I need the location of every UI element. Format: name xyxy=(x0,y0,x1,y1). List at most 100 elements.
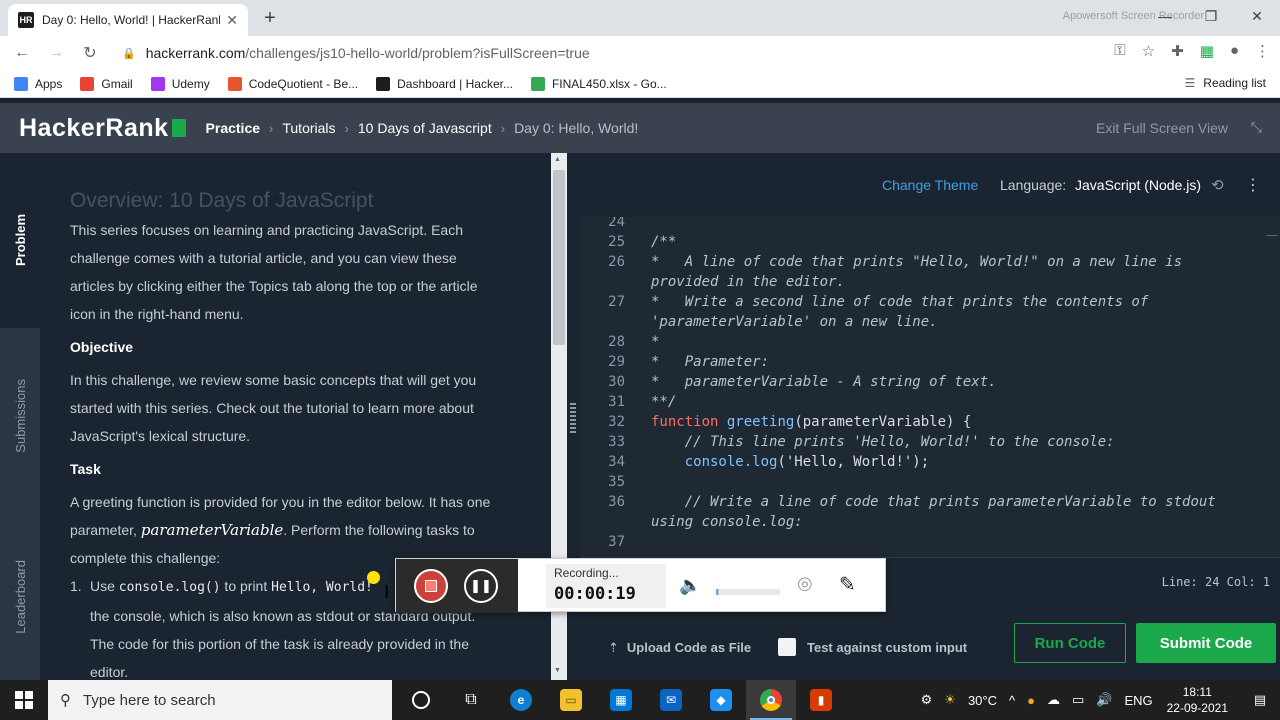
scroll-down-icon[interactable]: ▼ xyxy=(554,667,561,674)
line-number: 28 xyxy=(608,334,625,350)
back-icon[interactable]: ← xyxy=(6,37,38,69)
office-icon[interactable]: ▮ xyxy=(796,680,846,720)
bookmark-item[interactable]: Udemy xyxy=(150,76,210,91)
code-line[interactable]: * Write a second line of code that print… xyxy=(651,294,1261,310)
code-line[interactable]: using console.log: xyxy=(651,514,1261,530)
drag-handle-icon[interactable] xyxy=(570,403,576,433)
chevron-up-icon[interactable]: ^ xyxy=(1009,693,1015,708)
intro-line: articles by clicking either the Topics t… xyxy=(70,278,478,294)
volume-level[interactable] xyxy=(716,589,780,595)
scroll-up-icon[interactable]: ▲ xyxy=(554,156,561,163)
menu-icon[interactable]: ⋮ xyxy=(1255,42,1270,60)
more-options-icon[interactable]: ⋮ xyxy=(1245,175,1261,195)
extensions-icon[interactable]: ✚ xyxy=(1171,42,1184,60)
mail-icon[interactable]: ✉ xyxy=(646,680,696,720)
code-line[interactable]: provided in the editor. xyxy=(651,274,1261,290)
battery-icon[interactable]: ▭ xyxy=(1072,692,1084,708)
history-icon[interactable]: ⟲ xyxy=(1211,176,1224,194)
code-line[interactable]: function greeting(parameterVariable) { xyxy=(651,414,1261,430)
breadcrumb-practice[interactable]: Practice xyxy=(206,120,260,136)
code-line[interactable]: * parameterVariable - A string of text. xyxy=(651,374,1261,390)
url-bar[interactable]: 🔒 hackerrank.com/challenges/js10-hello-w… xyxy=(110,40,1170,66)
custom-input-checkbox[interactable] xyxy=(778,638,796,656)
close-tab-icon[interactable]: ✕ xyxy=(226,12,238,29)
minimize-icon[interactable]: — xyxy=(1142,0,1188,32)
code-line[interactable]: /** xyxy=(651,234,1261,250)
stop-recording-icon[interactable] xyxy=(414,569,448,603)
webcam-icon[interactable]: ◎ xyxy=(797,573,813,594)
custom-input-label[interactable]: Test against custom input xyxy=(807,640,967,655)
bookmark-item[interactable]: CodeQuotient - Be... xyxy=(227,76,358,91)
bookmark-item[interactable]: FINAL450.xlsx - Go... xyxy=(530,76,667,91)
store-icon[interactable]: ▦ xyxy=(596,680,646,720)
code-console-log: console.log() xyxy=(118,580,221,595)
breadcrumb-10-days[interactable]: 10 Days of Javascript xyxy=(358,120,492,136)
collapse-icon[interactable]: ⤡ xyxy=(1251,119,1262,136)
close-window-icon[interactable]: ✕ xyxy=(1234,0,1280,32)
line-number: 34 xyxy=(608,454,625,470)
upload-code-button[interactable]: ⇡ Upload Code as File xyxy=(608,640,751,656)
pause-icon[interactable]: ❚❚ xyxy=(464,569,498,603)
language-indicator[interactable]: ENG xyxy=(1124,693,1152,708)
bookmark-item[interactable]: Gmail xyxy=(80,76,133,91)
network-icon[interactable]: ☁ xyxy=(1047,692,1060,708)
weather-icon[interactable]: ☀ xyxy=(944,692,956,708)
new-tab-button[interactable]: + xyxy=(258,6,282,30)
bookmark-item[interactable]: Apps xyxy=(14,76,62,91)
volume-icon[interactable]: 🔊 xyxy=(1096,692,1112,708)
code-line[interactable]: * A line of code that prints "Hello, Wor… xyxy=(651,254,1261,270)
code-line[interactable]: // This line prints 'Hello, World!' to t… xyxy=(651,434,1261,450)
bookmark-item[interactable]: Dashboard | Hacker... xyxy=(376,76,513,91)
restore-icon[interactable]: ❐ xyxy=(1188,0,1234,32)
hackerrank-icon xyxy=(376,76,391,91)
browser-tab[interactable]: HR Day 0: Hello, World! | HackerRank ✕ xyxy=(8,4,248,36)
chrome-icon[interactable] xyxy=(746,680,796,720)
clock[interactable]: 18:11 22-09-2021 xyxy=(1167,684,1228,716)
code-function: greeting xyxy=(726,414,795,430)
speaker-icon[interactable]: 🔈 xyxy=(679,575,701,596)
tab-submissions[interactable]: Submissions xyxy=(0,328,40,503)
tab-submissions-label: Submissions xyxy=(12,378,28,453)
key-icon[interactable]: ⚿ xyxy=(1114,42,1125,60)
code-line[interactable]: 'parameterVariable' on a new line. xyxy=(651,314,1261,330)
run-code-button[interactable]: Run Code xyxy=(1014,623,1126,663)
upload-icon: ⇡ xyxy=(608,640,619,655)
pen-icon[interactable]: ✎ xyxy=(839,572,856,597)
hackerrank-logo[interactable]: HackerRank xyxy=(19,114,186,143)
cortana-icon[interactable] xyxy=(396,680,446,720)
breadcrumb-tutorials[interactable]: Tutorials xyxy=(282,120,335,136)
recorder-app-icon[interactable]: ◆ xyxy=(696,680,746,720)
code-line[interactable]: // Write a line of code that prints para… xyxy=(651,494,1261,510)
file-explorer-icon[interactable]: ▭ xyxy=(546,680,596,720)
upload-label: Upload Code as File xyxy=(626,640,752,655)
settings-tray-icon[interactable]: ⚙ xyxy=(921,692,933,708)
tab-leaderboard[interactable]: Leaderboard xyxy=(0,513,40,680)
code-line[interactable]: console.log('Hello, World!'); xyxy=(651,454,1261,470)
reading-list-button[interactable]: ☰ Reading list xyxy=(1185,76,1266,90)
code-line[interactable]: * Parameter: xyxy=(651,354,1261,370)
submit-code-button[interactable]: Submit Code xyxy=(1136,623,1276,663)
notifications-icon[interactable]: ▤ xyxy=(1240,680,1280,720)
exit-fullscreen-link[interactable]: Exit Full Screen View xyxy=(1096,120,1228,136)
reload-icon[interactable]: ↻ xyxy=(74,37,106,69)
taskbar-search[interactable]: ⚲ Type here to search xyxy=(48,680,392,720)
language-select[interactable]: JavaScript (Node.js) xyxy=(1075,177,1201,193)
code-line[interactable]: **/ xyxy=(651,394,1261,410)
change-theme-link[interactable]: Change Theme xyxy=(882,177,978,193)
bookmark-star-icon[interactable]: ☆ xyxy=(1142,42,1155,60)
edge-icon[interactable]: e xyxy=(496,680,546,720)
tray-apps-icon[interactable]: ● xyxy=(1027,693,1035,708)
task-line: parameter, parameterVariable. Perform th… xyxy=(70,516,530,544)
extension-grid-icon[interactable]: ▦ xyxy=(1200,42,1214,60)
forward-icon[interactable]: → xyxy=(40,37,72,69)
tab-problem-label: Problem xyxy=(12,214,28,267)
weather-temp[interactable]: 30°C xyxy=(968,693,997,708)
tab-problem[interactable]: Problem xyxy=(0,153,40,328)
profile-icon[interactable]: ● xyxy=(1230,42,1239,60)
scrollbar-thumb[interactable] xyxy=(553,170,565,345)
code-line[interactable]: * xyxy=(651,334,1261,350)
task-view-icon[interactable]: ⧉ xyxy=(446,680,496,720)
search-placeholder: Type here to search xyxy=(83,691,216,709)
code-editor[interactable]: 24 25 /** 26 * A line of code that prints "H… xyxy=(580,217,1280,557)
start-button[interactable] xyxy=(0,680,48,720)
